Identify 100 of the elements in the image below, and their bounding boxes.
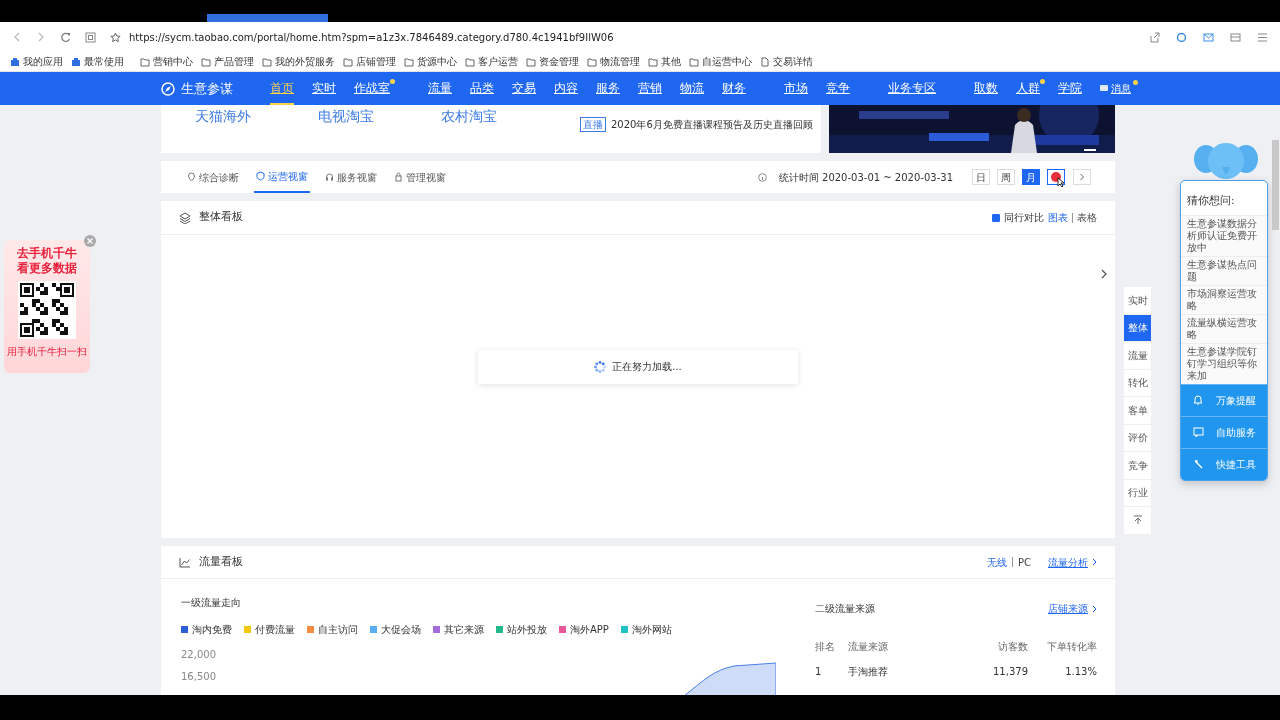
pin-icon <box>187 172 196 182</box>
line-chart-icon <box>179 556 191 568</box>
nav-item[interactable]: 首页 <box>261 72 303 105</box>
nav-item[interactable]: 实时 <box>303 72 345 105</box>
table-cell: 1.13% <box>1028 659 1097 684</box>
bookmark[interactable]: 产品管理 <box>201 54 254 69</box>
chevron-right-icon <box>1092 558 1097 566</box>
bookmark[interactable]: 客户运营 <box>465 54 518 69</box>
question-link[interactable]: 流量纵横运营攻略 <box>1181 313 1267 343</box>
wallet-icon[interactable] <box>1230 31 1241 43</box>
view-tab[interactable]: 综合诊断 <box>185 161 241 193</box>
scrollbar-thumb[interactable] <box>1272 140 1279 230</box>
compare-checkbox[interactable] <box>992 213 1000 222</box>
checkbox-label: 同行对比 <box>1004 211 1044 225</box>
share-icon[interactable] <box>1149 31 1160 43</box>
back-icon[interactable] <box>12 32 22 42</box>
forward-icon[interactable] <box>36 32 46 42</box>
nav-item[interactable]: 流量 <box>419 72 461 105</box>
messages-link[interactable]: 消息 <box>1091 72 1140 105</box>
bookmark[interactable]: 其他 <box>648 54 681 69</box>
legend-item[interactable]: 淘外APP <box>559 622 609 637</box>
nav-item[interactable]: 取数 <box>965 72 1007 105</box>
folder-icon <box>587 56 597 67</box>
axis-label: 16,500 <box>181 670 216 684</box>
mail-icon[interactable] <box>1203 31 1214 43</box>
chevron-right-icon <box>1092 604 1097 613</box>
menu-icon[interactable] <box>1257 31 1268 43</box>
channel-link[interactable]: 农村淘宝 <box>407 107 530 125</box>
question-link[interactable]: 生意参谋学院钉钉学习组织等你来加 <box>1181 342 1267 384</box>
bookmark[interactable]: 交易详情 <box>760 54 813 69</box>
folder-icon <box>262 56 272 67</box>
card-title: 整体看板 <box>199 209 243 226</box>
reload-icon[interactable] <box>60 31 71 43</box>
chevron-right-icon[interactable] <box>1101 269 1107 279</box>
store-source-link[interactable]: 店铺来源 <box>1048 601 1097 616</box>
legend-item[interactable]: 大促会场 <box>370 622 421 637</box>
legend-item[interactable]: 站外投放 <box>496 622 547 637</box>
lock-icon <box>394 172 403 182</box>
bookmark[interactable]: 最常使用 <box>71 54 124 69</box>
view-tab[interactable]: 服务视窗 <box>323 161 379 193</box>
range-button[interactable]: 周 <box>997 169 1015 185</box>
bookmark[interactable]: 资金管理 <box>526 54 579 69</box>
refresh-icon[interactable] <box>1176 31 1187 43</box>
legend-item[interactable]: 付费流量 <box>244 622 295 637</box>
range-button[interactable] <box>1047 169 1065 185</box>
column-header: 流量来源 <box>848 640 889 654</box>
nav-item[interactable]: 学院 <box>1049 72 1091 105</box>
channel-link[interactable]: 电视淘宝 <box>284 107 407 125</box>
range-button[interactable]: 日 <box>972 169 990 185</box>
spinner-icon <box>594 360 607 373</box>
nav-item[interactable]: 交易 <box>503 72 545 105</box>
nav-item[interactable]: 竞争 <box>817 72 859 105</box>
device-toggle[interactable]: PC <box>1018 554 1031 570</box>
bookmark[interactable]: 店铺管理 <box>343 54 396 69</box>
question-link[interactable]: 生意参谋热点问题 <box>1181 255 1267 285</box>
column-header: 下单转化率 <box>1028 634 1097 659</box>
view-tab[interactable]: 运营视窗 <box>254 161 310 193</box>
bookmark[interactable]: 营销中心 <box>140 54 193 69</box>
nav-item[interactable]: 人群 <box>1007 72 1049 105</box>
bookmark[interactable]: 货源中心 <box>404 54 457 69</box>
channel-link[interactable]: 天猫海外 <box>161 107 284 125</box>
question-link[interactable]: 生意参谋数据分析师认证免费开放中 <box>1181 214 1267 256</box>
nav-item[interactable]: 服务 <box>587 72 629 105</box>
info-icon[interactable] <box>757 172 767 182</box>
nav-item[interactable]: 物流 <box>671 72 713 105</box>
nav-item[interactable]: 作战室 <box>345 72 399 105</box>
folder-icon <box>689 56 699 67</box>
nav-item[interactable]: 内容 <box>545 72 587 105</box>
view-tab[interactable]: 管理视窗 <box>392 161 448 193</box>
view-toggle[interactable]: 表格 <box>1077 210 1097 225</box>
nav-item[interactable]: 品类 <box>461 72 503 105</box>
chevron-right-icon <box>1079 173 1085 181</box>
legend-item[interactable]: 其它来源 <box>433 622 484 637</box>
traffic-analysis-link[interactable]: 流量分析 <box>1048 554 1097 570</box>
side-nav-item[interactable]: 整体 <box>1124 314 1151 342</box>
message-icon <box>1100 85 1108 92</box>
view-toggle[interactable]: 图表 <box>1048 210 1068 225</box>
nav-item[interactable]: 财务 <box>713 72 755 105</box>
legend-item[interactable]: 自主访问 <box>307 622 358 637</box>
device-toggle[interactable]: 无线 <box>987 554 1007 570</box>
nav-item[interactable]: 业务专区 <box>879 72 945 105</box>
star-icon[interactable] <box>110 31 121 43</box>
bookmark[interactable]: 物流管理 <box>587 54 640 69</box>
question-link[interactable]: 市场洞察运营攻略 <box>1181 284 1267 314</box>
next-button[interactable] <box>1073 169 1091 185</box>
range-button[interactable]: 月 <box>1022 169 1040 185</box>
nav-item[interactable]: 营销 <box>629 72 671 105</box>
wrench-icon <box>1193 458 1204 470</box>
bookmark[interactable]: 我的外贸服务 <box>262 54 335 69</box>
notice-link[interactable]: 2020年6月免费直播课程预告及历史直播回顾 <box>611 117 813 132</box>
column-header: 访客数 <box>997 640 1028 654</box>
nav-item[interactable]: 市场 <box>775 72 817 105</box>
section-title: 二级流量来源 <box>815 602 875 616</box>
grid-icon[interactable] <box>85 31 96 43</box>
bookmark[interactable]: 自运营中心 <box>689 54 752 69</box>
legend-item[interactable]: 淘外网站 <box>620 622 672 637</box>
bookmark[interactable]: 我的应用 <box>10 54 63 69</box>
table-cell-text: 手淘推荐 <box>848 665 889 679</box>
close-icon[interactable] <box>84 235 96 247</box>
legend-item[interactable]: 淘内免费 <box>181 622 232 637</box>
